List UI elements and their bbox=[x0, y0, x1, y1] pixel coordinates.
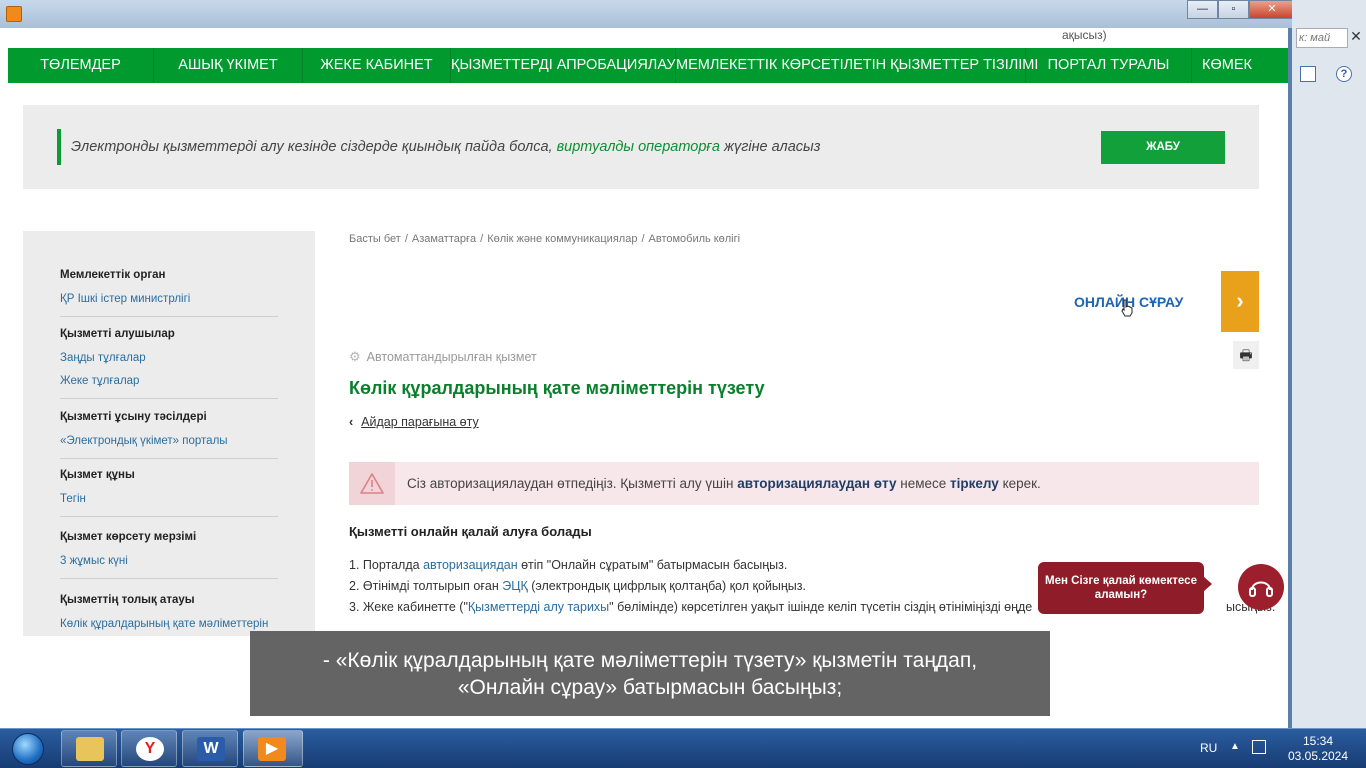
sidebar-group-agency: Мемлекеттік орган ҚР Ішкі істер министрл… bbox=[60, 269, 278, 317]
tray-expand-icon[interactable]: ▲ bbox=[1230, 741, 1240, 752]
service-history-link[interactable]: Қызметтерді алу тарихы bbox=[468, 600, 609, 614]
taskbar-video-player-button[interactable]: ▶ bbox=[243, 730, 303, 767]
menu-item-help[interactable]: КӨМЕК bbox=[1192, 48, 1262, 83]
clock-date: 03.05.2024 bbox=[1287, 749, 1349, 763]
printer-icon: 🖶 bbox=[1239, 347, 1253, 363]
close-window-button[interactable]: ✕ bbox=[1249, 0, 1295, 19]
service-info-sidebar: Мемлекеттік орган ҚР Ішкі істер министрл… bbox=[23, 231, 315, 636]
menu-item-about-portal[interactable]: ПОРТАЛ ТУРАЛЫ bbox=[1026, 48, 1192, 83]
windows-logo-icon bbox=[12, 733, 44, 765]
main-menu: ТӨЛЕМДЕР АШЫҚ ҮКІМЕТ ЖЕКЕ КАБИНЕТ ҚЫЗМЕТ… bbox=[8, 48, 1288, 83]
steps-list: 1. Порталда авторизациядан өтіп "Онлайн … bbox=[349, 558, 1032, 621]
taskbar-yandex-browser-button[interactable]: Y bbox=[121, 730, 177, 767]
clock[interactable]: 15:34 03.05.2024 bbox=[1283, 734, 1353, 764]
web-page: ақысыз) ТӨЛЕМДЕР АШЫҚ ҮКІМЕТ ЖЕКЕ КАБИНЕ… bbox=[8, 28, 1288, 728]
video-player-icon: ▶ bbox=[258, 737, 286, 761]
left-gutter bbox=[0, 28, 8, 735]
back-to-passport-link[interactable]: ‹ Айдар парағына өту bbox=[349, 415, 479, 429]
notice-text: Электронды қызметтерді алу кезінде сізде… bbox=[71, 139, 821, 155]
help-chat-button[interactable] bbox=[1238, 564, 1284, 610]
eds-link[interactable]: ЭЦҚ bbox=[502, 579, 528, 593]
start-button[interactable] bbox=[3, 731, 53, 767]
warning-triangle-icon bbox=[360, 473, 384, 494]
folder-icon bbox=[76, 737, 104, 761]
sidebar-heading: Қызметті ұсыну тәсілдері bbox=[60, 411, 207, 423]
breadcrumb: Басты бет / Азаматтарға / Көлік және коммуни… bbox=[349, 233, 741, 245]
sidebar-group-methods: Қызметті ұсыну тәсілдері «Электрондық үк… bbox=[60, 411, 278, 459]
language-indicator[interactable]: RU bbox=[1200, 741, 1217, 755]
sidebar-value[interactable]: Жеке тұлғалар bbox=[60, 375, 278, 387]
sidebar-heading: Қызмет көрсету мерзімі bbox=[60, 531, 197, 543]
sidebar-heading: Мемлекеттік орган bbox=[60, 269, 166, 281]
online-request-arrow-button[interactable]: › bbox=[1221, 271, 1259, 332]
authorization-link[interactable]: авторизациядан bbox=[423, 558, 518, 572]
menu-item-payments[interactable]: ТӨЛЕМДЕР bbox=[8, 48, 154, 83]
word-icon: W bbox=[197, 737, 225, 761]
step-item: 3. Жеке кабинетте ("Қызметтерді алу тари… bbox=[349, 600, 1033, 614]
automated-service-label: ⚙ Автоматтандырылған қызмет bbox=[349, 349, 537, 364]
chevron-left-icon: ‹ bbox=[349, 415, 354, 429]
yandex-browser-icon: Y bbox=[136, 737, 164, 761]
background-window-strip bbox=[1292, 0, 1366, 735]
subtitle-line: - «Көлік құралдарының қате мәліметтерін … bbox=[322, 649, 978, 672]
network-icon[interactable] bbox=[1252, 740, 1266, 754]
breadcrumb-item[interactable]: Көлік және коммуникациялар bbox=[487, 233, 637, 245]
help-icon[interactable]: ? bbox=[1336, 66, 1352, 82]
step-item: 2. Өтінімді толтырып оған ЭЦҚ (электронд… bbox=[349, 579, 806, 593]
background-search-input[interactable]: к: май bbox=[1296, 28, 1348, 48]
maximize-button[interactable]: ▫ bbox=[1218, 0, 1249, 19]
virtual-operator-notice: Электронды қызметтерді алу кезінде сізде… bbox=[23, 105, 1259, 189]
window-controls: — ▫ ✕ bbox=[1187, 0, 1295, 19]
register-link[interactable]: тіркелу bbox=[950, 476, 999, 491]
subtitle-line: «Онлайн сұрау» батырмасын басыңыз; bbox=[457, 676, 843, 699]
breadcrumb-item[interactable]: Азаматтарға bbox=[412, 233, 476, 245]
breadcrumb-item[interactable]: Басты бет bbox=[349, 233, 401, 245]
header-fragment-text: ақысыз) bbox=[1062, 28, 1107, 42]
window-titlebar: — ▫ ✕ bbox=[0, 0, 1366, 28]
sidebar-group-duration: Қызмет көрсету мерзімі 3 жұмыс күні bbox=[60, 531, 278, 579]
sidebar-value[interactable]: Көлік құралдарының қате мәліметтерін bbox=[60, 618, 278, 630]
breadcrumb-item[interactable]: Автомобиль көлігі bbox=[649, 233, 741, 245]
sidebar-heading: Қызметтің толық атауы bbox=[60, 594, 195, 606]
taskbar-word-button[interactable]: W bbox=[182, 730, 238, 767]
auth-warning-alert: Сіз авторизациялаудан өтпедіңіз. Қызметт… bbox=[349, 462, 1259, 505]
how-to-get-online-heading: Қызметті онлайн қалай алуға болады bbox=[349, 524, 592, 539]
gear-icon: ⚙ bbox=[349, 349, 361, 364]
menu-item-service-approbation[interactable]: ҚЫЗМЕТТЕРДІ АПРОБАЦИЯЛАУ bbox=[451, 48, 676, 83]
hand-cursor-icon bbox=[1121, 299, 1133, 317]
sidebar-value[interactable]: Заңды тұлғалар bbox=[60, 352, 278, 364]
page-title: Көлік құралдарының қате мәліметтерін түз… bbox=[349, 378, 765, 398]
alert-icon-box bbox=[349, 462, 395, 505]
virtual-operator-link[interactable]: виртуалды операторға bbox=[557, 139, 720, 155]
sidebar-heading: Қызмет құны bbox=[60, 469, 135, 481]
menu-item-open-government[interactable]: АШЫҚ ҮКІМЕТ bbox=[154, 48, 303, 83]
sidebar-value[interactable]: ҚР Ішкі істер министрлігі bbox=[60, 293, 278, 305]
notice-accent-bar bbox=[57, 129, 61, 165]
notice-close-button[interactable]: ЖАБУ bbox=[1101, 131, 1225, 164]
player-app-icon bbox=[6, 6, 22, 22]
menu-item-services-register[interactable]: МЕМЛЕКЕТТІК КӨРСЕТІЛЕТІН ҚЫЗМЕТТЕР ТІЗІЛ… bbox=[676, 48, 1038, 83]
print-button[interactable]: 🖶 bbox=[1233, 341, 1259, 369]
sidebar-value[interactable]: 3 жұмыс күні bbox=[60, 555, 278, 567]
alert-text: Сіз авторизациялаудан өтпедіңіз. Қызметт… bbox=[407, 476, 1041, 491]
sidebar-value[interactable]: Тегін bbox=[60, 493, 278, 505]
background-search-close-icon[interactable]: ✕ bbox=[1348, 28, 1364, 48]
sidebar-heading: Қызметті алушылар bbox=[60, 328, 175, 340]
page-icon[interactable] bbox=[1300, 66, 1316, 82]
login-link[interactable]: авторизациялаудан өту bbox=[737, 476, 896, 491]
clock-time: 15:34 bbox=[1302, 734, 1334, 748]
video-subtitle: - «Көлік құралдарының қате мәліметтерін … bbox=[250, 631, 1050, 716]
headset-icon bbox=[1249, 581, 1273, 597]
sidebar-group-cost: Қызмет құны Тегін bbox=[60, 469, 278, 517]
sidebar-group-full-name: Қызметтің толық атауы Көлік құралдарының… bbox=[60, 594, 278, 641]
background-toolbar: ? bbox=[1296, 66, 1366, 86]
menu-item-personal-cabinet[interactable]: ЖЕКЕ КАБИНЕТ bbox=[303, 48, 451, 83]
minimize-button[interactable]: — bbox=[1187, 0, 1218, 19]
taskbar: Y W ▶ RU ▲ 15:34 03.05.2024 bbox=[0, 728, 1366, 768]
sidebar-value[interactable]: «Электрондық үкімет» порталы bbox=[60, 435, 278, 447]
step-item: 1. Порталда авторизациядан өтіп "Онлайн … bbox=[349, 558, 788, 572]
taskbar-explorer-button[interactable] bbox=[61, 730, 117, 767]
help-chat-bubble[interactable]: Мен Сізге қалай көмектесе аламын? bbox=[1038, 562, 1212, 614]
sidebar-group-recipients: Қызметті алушылар Заңды тұлғалар Жеке тұ… bbox=[60, 328, 278, 399]
